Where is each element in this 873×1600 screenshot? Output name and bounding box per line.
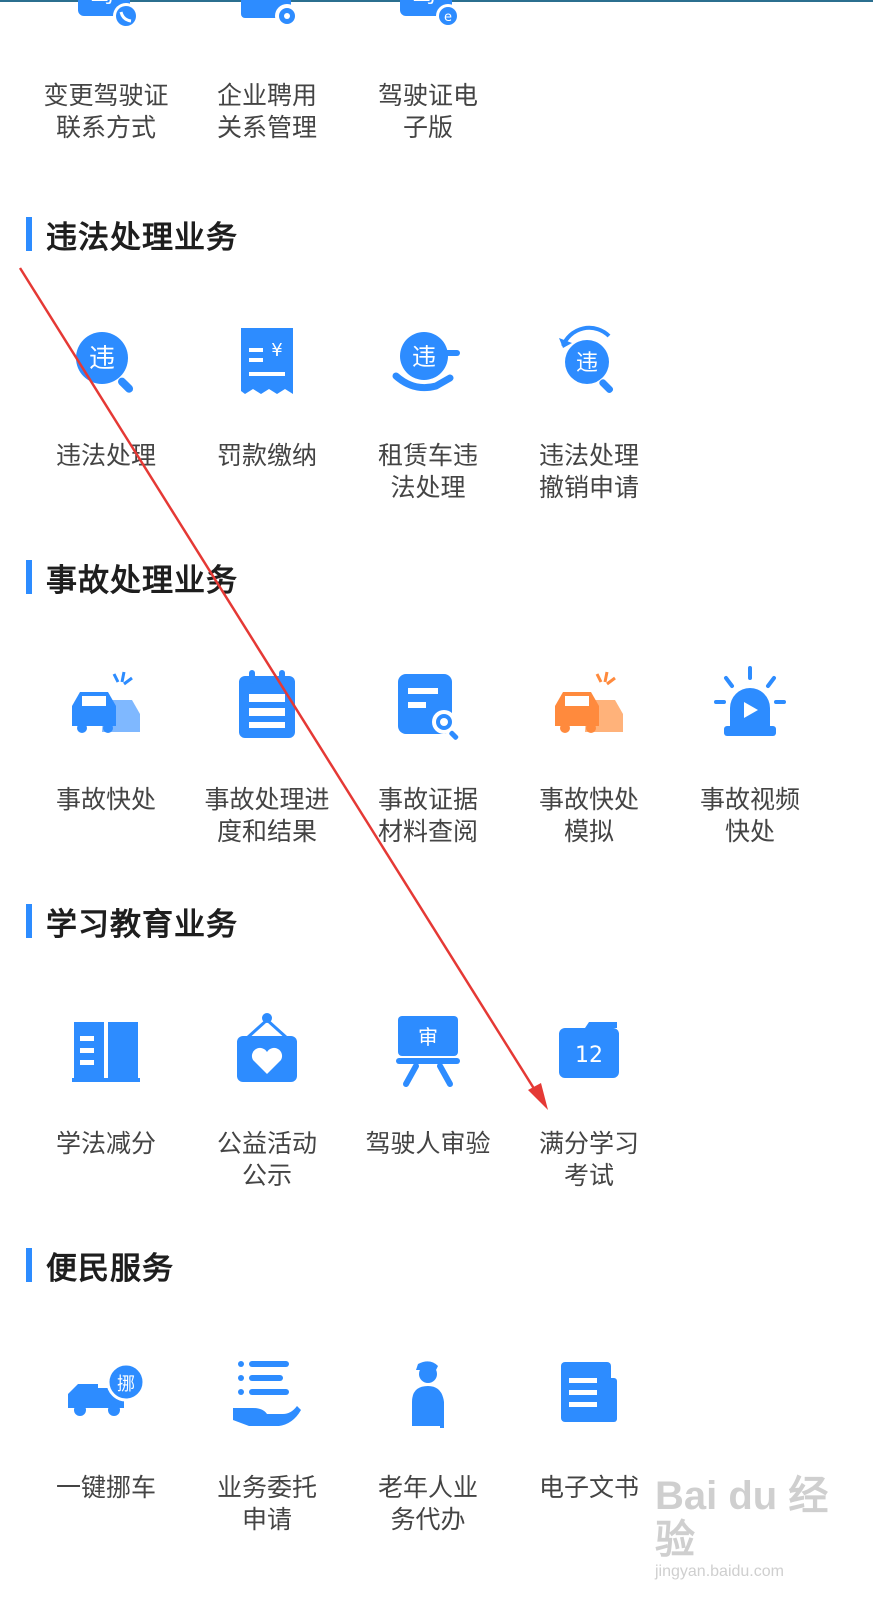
- accident-simulate-item[interactable]: 事故快处 模拟: [509, 664, 669, 848]
- fine-payment-item[interactable]: ¥ 罚款缴纳: [187, 320, 347, 472]
- license-phone-icon: 驾: [64, 0, 148, 44]
- enterprise-hire-item[interactable]: 聘 企业聘用 关系管理: [187, 0, 347, 144]
- calendar-12-icon: 12: [547, 1008, 631, 1092]
- heart-sign-icon: [225, 1008, 309, 1092]
- rental-violation-icon: 违: [386, 320, 470, 404]
- section-accent-bar: [26, 904, 32, 938]
- change-license-contact-item[interactable]: 驾 变更驾驶证 联系方式: [26, 0, 186, 144]
- svg-text:违: 违: [576, 351, 598, 376]
- section-title-convenience: 便民服务: [26, 1245, 174, 1287]
- section-title-accident: 事故处理业务: [26, 557, 238, 599]
- accident-quick-item[interactable]: 事故快处: [26, 664, 186, 816]
- elderly-service-item[interactable]: 老年人业 务代办: [348, 1352, 508, 1536]
- section-accent-bar: [26, 217, 32, 251]
- item-label: 满分学习 考试: [538, 1129, 639, 1190]
- svg-text:¥: ¥: [271, 340, 282, 361]
- watermark-logo-text: Bai du 经验: [655, 1474, 829, 1562]
- fine-receipt-icon: ¥: [225, 320, 309, 404]
- e-document-icon: [547, 1352, 631, 1436]
- item-label: 驾驶证电 子版: [377, 81, 478, 142]
- section-title-text: 便民服务: [46, 1250, 174, 1287]
- svg-text:驾: 驾: [412, 0, 436, 8]
- section-title-text: 事故处理业务: [46, 562, 238, 599]
- section-title-violation: 违法处理业务: [26, 214, 238, 256]
- video-siren-icon: [708, 664, 792, 748]
- accident-evidence-item[interactable]: 事故证据 材料查阅: [348, 664, 508, 848]
- full-score-study-item[interactable]: 12 满分学习 考试: [509, 1008, 669, 1192]
- section-title-text: 违法处理业务: [46, 219, 238, 256]
- item-label: 电子文书: [538, 1473, 639, 1502]
- svg-text:e: e: [444, 10, 452, 25]
- item-label: 违法处理: [55, 441, 156, 470]
- review-board-icon: 审: [386, 1008, 470, 1092]
- license-electronic-icon: 驾 e: [386, 0, 470, 44]
- document-search-icon: [386, 664, 470, 748]
- item-label: 租赁车违 法处理: [377, 441, 478, 502]
- move-car-item[interactable]: 挪 一键挪车: [26, 1352, 186, 1504]
- public-welfare-item[interactable]: 公益活动 公示: [187, 1008, 347, 1192]
- item-label: 学法减分: [55, 1129, 156, 1158]
- item-label: 公益活动 公示: [216, 1129, 317, 1190]
- business-entrust-item[interactable]: 业务委托 申请: [187, 1352, 347, 1536]
- violation-handle-item[interactable]: 违 违法处理: [26, 320, 186, 472]
- item-label: 业务委托 申请: [216, 1473, 317, 1534]
- svg-text:违: 违: [412, 343, 436, 371]
- item-label: 企业聘用 关系管理: [216, 81, 317, 142]
- svg-text:违: 违: [89, 344, 115, 374]
- svg-text:12: 12: [575, 1043, 603, 1068]
- item-label: 事故处理进 度和结果: [204, 785, 330, 846]
- driver-review-item[interactable]: 审 驾驶人审验: [348, 1008, 508, 1160]
- study-deduct-item[interactable]: 学法减分: [26, 1008, 186, 1160]
- car-crash-orange-icon: [547, 664, 631, 748]
- violation-search-icon: 违: [64, 320, 148, 404]
- item-label: 老年人业 务代办: [377, 1473, 478, 1534]
- e-license-item[interactable]: 驾 e 驾驶证电 子版: [348, 0, 508, 144]
- item-label: 事故证据 材料查阅: [377, 785, 478, 846]
- watermark-url: jingyan.baidu.com: [655, 1563, 784, 1580]
- item-label: 事故快处 模拟: [538, 785, 639, 846]
- hand-list-icon: [225, 1352, 309, 1436]
- item-label: 变更驾驶证 联系方式: [43, 81, 169, 142]
- progress-clipboard-icon: [225, 664, 309, 748]
- rental-violation-item[interactable]: 违 租赁车违 法处理: [348, 320, 508, 504]
- accident-grid: 事故快处 事故处理进 度和结果 事故证据 材料查阅 事故快处 模拟 事故视频 快…: [0, 664, 873, 904]
- item-label: 驾驶人审验: [365, 1129, 491, 1158]
- car-crash-icon: [64, 664, 148, 748]
- item-label: 罚款缴纳: [216, 441, 317, 470]
- elderly-person-icon: [386, 1352, 470, 1436]
- move-car-truck-icon: 挪: [64, 1352, 148, 1436]
- item-label: 事故快处: [55, 785, 156, 814]
- section-accent-bar: [26, 560, 32, 594]
- item-label: 一键挪车: [55, 1473, 156, 1502]
- e-document-item[interactable]: 电子文书: [509, 1352, 669, 1504]
- svg-text:聘: 聘: [254, 0, 276, 4]
- section-title-education: 学习教育业务: [26, 901, 238, 943]
- accident-progress-item[interactable]: 事故处理进 度和结果: [187, 664, 347, 848]
- section-title-text: 学习教育业务: [46, 906, 238, 943]
- violation-revoke-icon: 违: [547, 320, 631, 404]
- accident-video-item[interactable]: 事故视频 快处: [670, 664, 830, 848]
- svg-text:审: 审: [418, 1025, 438, 1049]
- item-label: 事故视频 快处: [699, 785, 800, 846]
- baidu-watermark: Bai du 经验 jingyan.baidu.com: [655, 1474, 855, 1580]
- hire-gear-icon: 聘: [225, 0, 309, 44]
- section-accent-bar: [26, 1248, 32, 1282]
- svg-text:挪: 挪: [117, 1374, 135, 1395]
- svg-text:驾: 驾: [90, 0, 114, 8]
- violation-revoke-item[interactable]: 违 违法处理 撤销申请: [509, 320, 669, 504]
- open-book-icon: [64, 1008, 148, 1092]
- item-label: 违法处理 撤销申请: [538, 441, 639, 502]
- violation-grid: 违 违法处理 ¥ 罚款缴纳 违 租赁车违 法处理 违 违法处理 撤销申请: [0, 320, 873, 560]
- education-grid: 学法减分 公益活动 公示 审 驾驶人审验 12 满分学习 考试: [0, 1008, 873, 1248]
- top-row-grid: 驾 变更驾驶证 联系方式 聘 企业聘用 关系管理 驾 e 驾驶证电 子版: [0, 0, 873, 200]
